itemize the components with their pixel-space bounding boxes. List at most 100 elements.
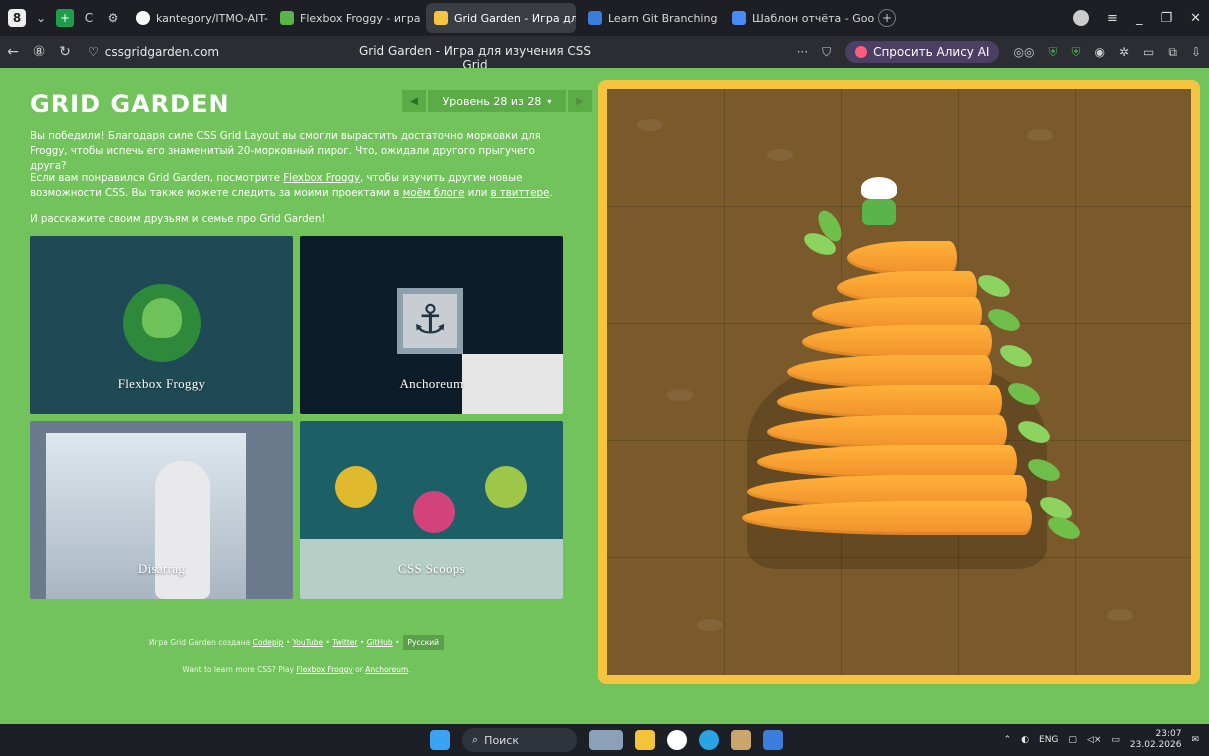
blog-link[interactable]: моём блоге	[403, 188, 465, 199]
extension-icon[interactable]: ◉	[1094, 45, 1104, 59]
browser-menu-icon[interactable]: 8	[8, 9, 26, 27]
app-icon[interactable]	[731, 730, 751, 750]
back-arrow-icon[interactable]: ←	[0, 44, 26, 60]
tab-github[interactable]: kantegory/ITMO-AIT-F ×	[128, 3, 268, 33]
store-icon[interactable]	[763, 730, 783, 750]
tabs-dropdown-icon[interactable]: ⌄	[32, 9, 50, 27]
card-css-scoops[interactable]: CSS Scoops	[300, 421, 563, 599]
scoop-pink-icon	[413, 491, 455, 533]
more-icon[interactable]: ···	[797, 45, 808, 59]
url-field[interactable]: ♡ cssgridgarden.com	[88, 45, 219, 59]
footer: Игра Grid Garden создана Codepip • YouTu…	[30, 635, 563, 650]
frog-icon	[280, 11, 294, 25]
windows-start-icon[interactable]	[430, 730, 450, 750]
tab-label: Grid Garden - Игра для	[454, 11, 576, 25]
tab-grid-garden[interactable]: Grid Garden - Игра для ×	[426, 3, 576, 33]
anchoreum-footer-link[interactable]: Anchoreum	[365, 665, 408, 674]
adblock-icon[interactable]: ⛨	[1048, 45, 1057, 60]
settings-gear-icon[interactable]: ⚙	[104, 9, 122, 27]
reload-app-icon[interactable]: C	[80, 9, 98, 27]
card-label: Anchoreum	[399, 376, 464, 391]
close-window-icon[interactable]: ✕	[1190, 11, 1201, 26]
yandex-browser-icon[interactable]	[667, 730, 687, 750]
garden-soil	[607, 89, 1191, 675]
glasses-icon[interactable]: ◎◎	[1013, 45, 1034, 59]
language-button[interactable]: Русский	[402, 635, 445, 650]
share-text: И расскажите своим друзьям и семье про G…	[30, 214, 326, 225]
new-tab-icon[interactable]: +	[878, 9, 896, 27]
card-anchoreum[interactable]: ⚓ Anchoreum	[300, 236, 563, 414]
search-placeholder: Поиск	[484, 733, 520, 747]
volume-icon[interactable]: ◁×	[1087, 735, 1101, 745]
restore-icon[interactable]: ❐	[1160, 11, 1172, 26]
yandex-icon[interactable]: ⑧	[26, 44, 52, 60]
puzzle-icon[interactable]: ✲	[1119, 45, 1129, 59]
level-dropdown[interactable]: Уровень 28 из 28 ▾	[428, 90, 566, 112]
battery-icon[interactable]: ▭	[1143, 45, 1154, 59]
prev-level-button[interactable]: ◀	[402, 90, 426, 112]
sidebar-icon[interactable]: ⧉	[1168, 45, 1177, 60]
chevron-up-icon[interactable]: ⌃	[1004, 735, 1012, 745]
tab-flexbox-froggy[interactable]: Flexbox Froggy - игра дл	[272, 3, 422, 33]
minimize-icon[interactable]: _	[1136, 11, 1143, 26]
bookmark-icon[interactable]: ⛉	[822, 45, 831, 60]
footer2-mid: or	[352, 665, 366, 674]
network-icon[interactable]: ▢	[1068, 735, 1077, 745]
git-icon	[588, 11, 602, 25]
weather-icon[interactable]	[589, 730, 623, 750]
carrot-leaf	[984, 304, 1024, 336]
twitter-link[interactable]: в твиттере	[491, 188, 550, 199]
pebble	[667, 389, 693, 401]
sheets-icon[interactable]: +	[56, 9, 74, 27]
copilot-icon[interactable]: ◐	[1021, 735, 1029, 745]
flexbox-froggy-link[interactable]: Flexbox Froggy	[283, 173, 360, 184]
url-text: cssgridgarden.com	[104, 45, 220, 59]
profile-icon[interactable]	[1073, 10, 1090, 26]
tab-label: Learn Git Branching	[608, 11, 718, 25]
footer2-prefix: Want to learn more CSS? Play	[182, 665, 297, 674]
more-text: Если вам понравился Grid Garden, посмотр…	[30, 171, 563, 201]
telegram-icon[interactable]	[699, 730, 719, 750]
card-flexbox-froggy[interactable]: Flexbox Froggy	[30, 236, 293, 414]
search-icon: ⌕	[472, 733, 479, 746]
more-text-part: .	[549, 188, 553, 199]
alice-label: Спросить Алису AI	[873, 45, 990, 59]
toolbar-right: ··· ⛉ Спросить Алису AI ◎◎ ⛨ ⛨ ◉ ✲ ▭ ⧉ ⇩	[797, 36, 1201, 68]
tab-label: Flexbox Froggy - игра дл	[300, 11, 422, 25]
caret-down-icon: ▾	[547, 96, 552, 106]
card-disarrag[interactable]: Disarrag	[30, 421, 293, 599]
froggy-icon	[862, 199, 896, 225]
taskbar-search[interactable]: ⌕ Поиск	[462, 728, 577, 752]
reload-icon[interactable]: ↻	[52, 44, 78, 60]
grid-line	[724, 89, 725, 675]
youtube-link[interactable]: YouTube	[293, 638, 324, 647]
logo: GRID GARDEN	[30, 90, 230, 118]
shield-icon: ♡	[88, 45, 99, 59]
clock[interactable]: 23:07 23.02.2026	[1130, 729, 1182, 751]
ask-alice-button[interactable]: Спросить Алису AI	[845, 41, 1000, 63]
next-level-button[interactable]: ▶	[568, 90, 592, 112]
download-icon[interactable]: ⇩	[1191, 45, 1201, 59]
game-cards: Flexbox Froggy ⚓ Anchoreum Disarrag CSS …	[30, 236, 563, 600]
notifications-icon[interactable]: ✉	[1191, 735, 1199, 745]
clock-date: 23.02.2026	[1129, 740, 1182, 750]
tab-learn-git[interactable]: Learn Git Branching	[580, 3, 720, 33]
carrot-leaf	[996, 340, 1036, 372]
github-link[interactable]: GitHub	[367, 638, 393, 647]
codepip-link[interactable]: Codepip	[253, 638, 284, 647]
window-controls: ≡ _ ❐ ✕	[1073, 0, 1201, 36]
twitter-footer-link[interactable]: Twitter	[332, 638, 357, 647]
vpn-shield-icon[interactable]: ⛨	[1071, 45, 1080, 60]
address-bar: ← ⑧ ↻ ♡ cssgridgarden.com Grid Garden - …	[0, 36, 1209, 72]
alice-icon	[855, 46, 868, 58]
language-indicator[interactable]: ENG	[1039, 735, 1058, 745]
system-tray: ⌃ ◐ ENG ▢ ◁× ▭ 23:07 23.02.2026 ✉	[1004, 724, 1199, 756]
browser-tab-bar: 8 ⌄ + C ⚙ kantegory/ITMO-AIT-F × Flexbox…	[0, 0, 1209, 36]
battery-tray-icon[interactable]: ▭	[1111, 735, 1120, 745]
win-text: Вы победили! Благодаря силе CSS Grid Lay…	[30, 131, 541, 172]
tab-google-docs[interactable]: Шаблон отчёта - Google	[724, 3, 874, 33]
menu-icon[interactable]: ≡	[1107, 11, 1118, 26]
taskbar-apps: ⌕ Поиск	[430, 724, 783, 756]
flexbox-froggy-footer-link[interactable]: Flexbox Froggy	[296, 665, 353, 674]
file-explorer-icon[interactable]	[635, 730, 655, 750]
